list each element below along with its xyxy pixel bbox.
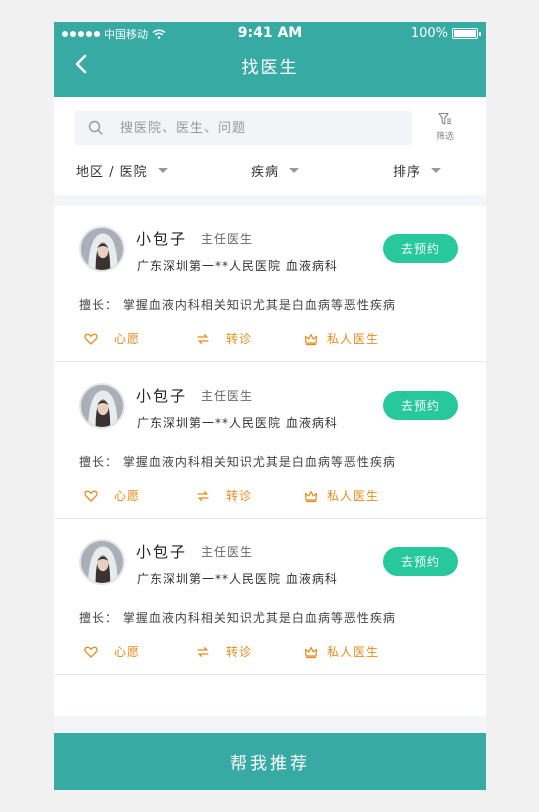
tab-label: 排序 [393, 165, 422, 180]
filter-label: 筛选 [435, 132, 454, 142]
private-doctor-label: 私人医生 [327, 645, 380, 659]
doctor-expertise: 擅长： 掌握血液内科相关知识尤其是白血病等恶性疾病 [79, 298, 396, 312]
battery-percent: 100% [410, 26, 448, 41]
doctor-card[interactable]: 小包子 主任医生 广东深圳第一**人民医院 血液病科 去预约 擅长： 掌握血液内… [54, 206, 486, 362]
status-bar: 中国移动 9:41 AM 100% [54, 22, 486, 44]
transfer-label: 转诊 [226, 332, 253, 346]
private-doctor-label: 私人医生 [327, 332, 380, 346]
crown-icon [304, 333, 318, 345]
doctor-name[interactable]: 小包子 [136, 385, 187, 406]
book-appointment-button[interactable]: 去预约 [383, 234, 458, 263]
filter-icon [438, 112, 451, 125]
book-appointment-button[interactable]: 去预约 [383, 391, 458, 420]
filter-tabs: 地区 / 医院 疾病 排序 [54, 161, 486, 185]
page-title: 找医生 [241, 58, 299, 78]
doctor-name[interactable]: 小包子 [136, 541, 187, 562]
wish-label: 心愿 [114, 332, 141, 346]
search-input[interactable] [120, 120, 380, 136]
transfer-button[interactable]: 转诊 [196, 643, 252, 660]
recommend-button[interactable]: 帮我推荐 [54, 733, 486, 790]
caret-down-icon [289, 168, 300, 173]
search-panel: 筛选 地区 / 医院 疾病 排序 [54, 97, 486, 195]
doctor-list: 小包子 主任医生 广东深圳第一**人民医院 血液病科 去预约 擅长： 掌握血液内… [54, 206, 486, 716]
transfer-icon [197, 333, 209, 344]
crown-icon [304, 490, 318, 502]
transfer-button[interactable]: 转诊 [196, 330, 252, 347]
transfer-icon [197, 646, 209, 657]
heart-icon [84, 646, 98, 658]
doctor-title: 主任医生 [201, 545, 254, 559]
avatar [79, 539, 125, 585]
transfer-button[interactable]: 转诊 [196, 487, 252, 504]
transfer-icon [197, 490, 209, 501]
battery-icon [452, 28, 481, 39]
doctor-name[interactable]: 小包子 [136, 228, 187, 249]
transfer-label: 转诊 [226, 489, 253, 503]
doctor-card[interactable]: 小包子 主任医生 广东深圳第一**人民医院 血液病科 去预约 擅长： 掌握血液内… [54, 519, 486, 675]
app-screen: 中国移动 9:41 AM 100% 找医生 搜医院、医生、问题 筛选 地区 / … [54, 22, 486, 790]
doctor-expertise: 擅长： 掌握血液内科相关知识尤其是白血病等恶性疾病 [79, 455, 396, 469]
wish-button[interactable]: 心愿 [84, 330, 140, 347]
crown-icon [304, 646, 318, 658]
doctor-title: 主任医生 [201, 232, 254, 246]
wish-label: 心愿 [114, 645, 141, 659]
tab-label: 疾病 [251, 165, 280, 180]
tab-sort[interactable]: 排序 [393, 161, 442, 180]
wish-label: 心愿 [114, 489, 141, 503]
status-right: 100% [410, 26, 481, 41]
caret-down-icon [431, 168, 442, 173]
filter-button[interactable]: 筛选 [430, 112, 460, 146]
wish-button[interactable]: 心愿 [84, 487, 140, 504]
wish-button[interactable]: 心愿 [84, 643, 140, 660]
transfer-label: 转诊 [226, 645, 253, 659]
search-icon [88, 120, 103, 135]
heart-icon [84, 490, 98, 502]
doctor-hospital: 广东深圳第一**人民医院 血液病科 [137, 259, 338, 273]
doctor-hospital: 广东深圳第一**人民医院 血液病科 [137, 572, 338, 586]
heart-icon [84, 333, 98, 345]
header: 中国移动 9:41 AM 100% 找医生 [54, 22, 486, 97]
avatar [79, 226, 125, 272]
doctor-title: 主任医生 [201, 389, 254, 403]
private-doctor-button[interactable]: 私人医生 [304, 487, 379, 504]
avatar [79, 383, 125, 429]
caret-down-icon [157, 168, 168, 173]
private-doctor-button[interactable]: 私人医生 [304, 330, 379, 347]
tab-label: 地区 / 医院 [76, 165, 148, 180]
book-appointment-button[interactable]: 去预约 [383, 547, 458, 576]
doctor-expertise: 擅长： 掌握血液内科相关知识尤其是白血病等恶性疾病 [79, 611, 396, 625]
avatar-image [81, 385, 123, 427]
avatar-image [81, 541, 123, 583]
search-bar[interactable] [75, 111, 412, 145]
avatar-image [81, 228, 123, 270]
private-doctor-button[interactable]: 私人医生 [304, 643, 379, 660]
tab-region-hospital[interactable]: 地区 / 医院 [76, 161, 168, 180]
tab-disease[interactable]: 疾病 [251, 161, 300, 180]
doctor-card[interactable]: 小包子 主任医生 广东深圳第一**人民医院 血液病科 去预约 擅长： 掌握血液内… [54, 363, 486, 519]
private-doctor-label: 私人医生 [327, 489, 380, 503]
doctor-hospital: 广东深圳第一**人民医院 血液病科 [137, 416, 338, 430]
